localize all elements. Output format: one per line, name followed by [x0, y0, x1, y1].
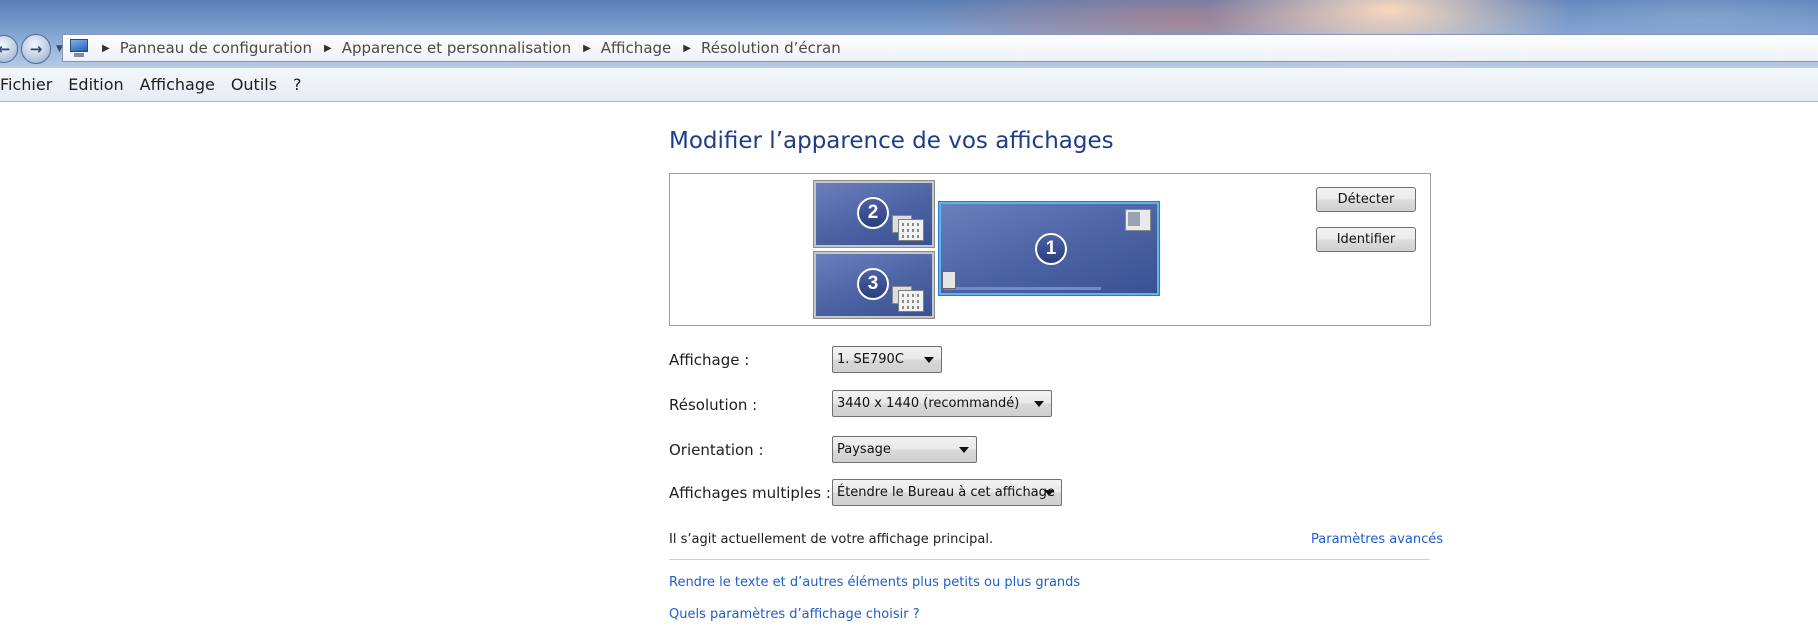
divider: [669, 559, 1430, 560]
display-select-value: 1. SE790C: [837, 352, 904, 367]
keypad-icon: [898, 219, 924, 241]
title-bar: ← → ▼ ▶ Panneau de configuration ▶ Appar…: [0, 0, 1818, 68]
address-bar[interactable]: ▶ Panneau de configuration ▶ Apparence e…: [62, 34, 1818, 62]
monitor-arrangement-panel: 2 3 1 Détecter Identifier: [669, 173, 1431, 326]
back-button[interactable]: ←: [0, 35, 18, 63]
keypad-icon: [898, 290, 924, 312]
monitor-3[interactable]: 3: [813, 251, 935, 319]
control-panel-icon: [68, 38, 90, 58]
resolution-select-value: 3440 x 1440 (recommandé): [837, 396, 1020, 411]
multiple-displays-select[interactable]: Étendre le Bureau à cet affichage: [832, 479, 1062, 506]
breadcrumb-control-panel[interactable]: Panneau de configuration: [120, 39, 312, 57]
monitor-number: 2: [857, 197, 889, 229]
monitor-number: 3: [857, 268, 889, 300]
identify-button[interactable]: Identifier: [1316, 227, 1416, 252]
multiple-displays-label: Affichages multiples :: [669, 484, 831, 502]
page-title: Modifier l’apparence de vos affichages: [669, 128, 1114, 154]
monitor-number: 1: [1035, 233, 1067, 265]
back-arrow-icon: ←: [0, 39, 11, 58]
breadcrumb-separator-icon[interactable]: ▶: [324, 43, 332, 54]
navigation-buttons: ← → ▼: [0, 33, 63, 65]
menu-file[interactable]: Fichier: [0, 75, 60, 94]
dropdown-arrow-icon: [1034, 401, 1044, 407]
breadcrumb-appearance[interactable]: Apparence et personnalisation: [342, 39, 571, 57]
multiple-displays-select-value: Étendre le Bureau à cet affichage: [837, 485, 1055, 500]
menu-edit[interactable]: Edition: [60, 75, 131, 94]
menu-bar: Fichier Edition Affichage Outils ?: [0, 68, 1818, 102]
display-label: Affichage :: [669, 351, 750, 369]
primary-display-status: Il s’agit actuellement de votre affichag…: [669, 532, 994, 547]
orientation-select-value: Paysage: [837, 442, 891, 457]
resolution-select[interactable]: 3440 x 1440 (recommandé): [832, 390, 1052, 417]
start-menu-icon: [942, 271, 956, 289]
breadcrumb-separator-icon[interactable]: ▶: [583, 43, 591, 54]
breadcrumb-display[interactable]: Affichage: [601, 39, 671, 57]
forward-button[interactable]: →: [21, 34, 51, 64]
monitor-2[interactable]: 2: [813, 180, 935, 248]
dropdown-arrow-icon: [924, 357, 934, 363]
text-size-link[interactable]: Rendre le texte et d’autres éléments plu…: [669, 575, 1080, 590]
orientation-label: Orientation :: [669, 441, 764, 459]
dropdown-arrow-icon: [1044, 490, 1054, 496]
dropdown-arrow-icon: [959, 447, 969, 453]
forward-arrow-icon: →: [29, 39, 43, 58]
which-settings-link[interactable]: Quels paramètres d’affichage choisir ?: [669, 607, 920, 622]
menu-help[interactable]: ?: [285, 75, 310, 94]
taskbar-indicator: [944, 287, 1101, 290]
breadcrumb-separator-icon[interactable]: ▶: [683, 43, 691, 54]
breadcrumb-screen-resolution[interactable]: Résolution d’écran: [701, 39, 841, 57]
menu-view[interactable]: Affichage: [132, 75, 223, 94]
breadcrumb-separator-icon[interactable]: ▶: [102, 43, 110, 54]
advanced-settings-link[interactable]: Paramètres avancés: [1311, 532, 1443, 547]
monitor-1[interactable]: 1: [938, 201, 1160, 296]
window-icon: [1125, 209, 1151, 231]
detect-button[interactable]: Détecter: [1316, 187, 1416, 212]
resolution-label: Résolution :: [669, 396, 758, 414]
display-select[interactable]: 1. SE790C: [832, 346, 942, 373]
menu-tools[interactable]: Outils: [223, 75, 285, 94]
orientation-select[interactable]: Paysage: [832, 436, 977, 463]
